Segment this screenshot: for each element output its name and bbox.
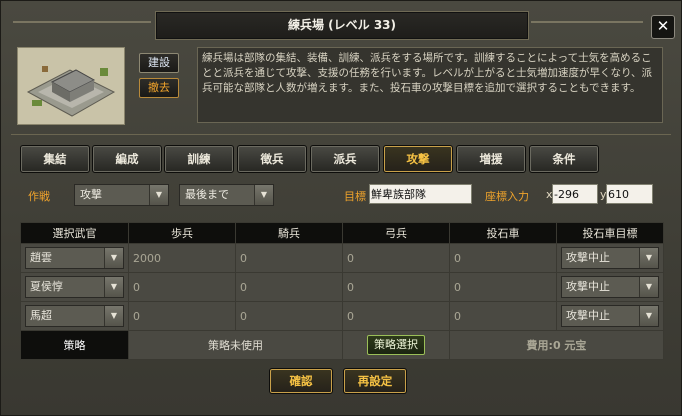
title-ornament-left [13,21,151,23]
chevron-down-icon: ▼ [104,277,123,297]
officer-cell: 趙雲 ▼ [20,243,129,273]
cost-display: 費用:0 元宝 [449,330,664,360]
header-catapult: 投石車 [449,222,557,244]
catapult-target-cell: 攻撃中止 ▼ [556,272,664,302]
table-header-row: 選択武官 歩兵 騎兵 弓兵 投石車 投石車目標 [20,222,664,244]
chevron-down-icon: ▼ [149,185,168,205]
officer-cell: 夏侯惇 ▼ [20,272,129,302]
catapult-target-value: 攻撃中止 [566,251,610,264]
officer-name: 趙雲 [30,251,52,264]
catapult-target-select[interactable]: 攻撃中止 ▼ [561,276,659,298]
officer-name: 夏侯惇 [30,280,63,293]
catapult-cell[interactable]: 0 [449,301,557,331]
tab-formation[interactable]: 編成 [92,145,162,173]
barracks-window: 練兵場 (レベル 33) ✕ 建設 撤去 練兵場は部隊の集結、装備、訓練、派兵を… [0,0,682,416]
archer-cell[interactable]: 0 [342,272,450,302]
catapult-target-cell: 攻撃中止 ▼ [556,243,664,273]
duration-select-value: 最後まで [185,188,229,201]
infantry-cell[interactable]: 0 [128,272,236,302]
tab-attack[interactable]: 攻撃 [383,145,453,173]
duration-select[interactable]: 最後まで ▼ [179,184,274,206]
strategy-button-cell: 策略選択 [342,330,450,360]
strategy-row: 策略 策略未使用 策略選択 費用:0 元宝 [20,330,664,360]
barracks-building-icon [17,47,125,125]
cavalry-cell[interactable]: 0 [235,243,343,273]
strategy-status: 策略未使用 [128,330,343,360]
chevron-down-icon: ▼ [639,248,658,268]
catapult-target-value: 攻撃中止 [566,309,610,322]
troop-table: 選択武官 歩兵 騎兵 弓兵 投石車 投石車目標 趙雲 ▼ 2000 0 0 0 [20,222,664,360]
officer-select[interactable]: 馬超 ▼ [25,305,124,327]
tab-assemble[interactable]: 集結 [20,145,90,173]
y-coordinate-input[interactable]: 610 [606,184,653,204]
table-row: 趙雲 ▼ 2000 0 0 0 攻撃中止 ▼ [20,243,664,273]
header-infantry: 歩兵 [128,222,236,244]
table-row: 馬超 ▼ 0 0 0 0 攻撃中止 ▼ [20,301,664,331]
header-archer: 弓兵 [342,222,450,244]
cavalry-cell[interactable]: 0 [235,301,343,331]
catapult-cell[interactable]: 0 [449,272,557,302]
close-button[interactable]: ✕ [651,15,675,39]
cavalry-cell[interactable]: 0 [235,272,343,302]
catapult-target-select[interactable]: 攻撃中止 ▼ [561,247,659,269]
strategy-label: 作戦 [28,190,50,203]
build-button[interactable]: 建設 [139,53,179,73]
chevron-down-icon: ▼ [104,306,123,326]
archer-cell[interactable]: 0 [342,301,450,331]
chevron-down-icon: ▼ [254,185,273,205]
officer-cell: 馬超 ▼ [20,301,129,331]
title-ornament-right [531,21,643,23]
chevron-down-icon: ▼ [639,277,658,297]
catapult-target-cell: 攻撃中止 ▼ [556,301,664,331]
tab-conditions[interactable]: 条件 [529,145,599,173]
table-row: 夏侯惇 ▼ 0 0 0 0 攻撃中止 ▼ [20,272,664,302]
coord-label: 座標入力 [485,190,529,203]
target-input[interactable]: 鮮卑族部隊 [369,184,472,204]
tab-conscript[interactable]: 徴兵 [237,145,307,173]
catapult-target-value: 攻撃中止 [566,280,610,293]
tab-reinforce[interactable]: 増援 [456,145,526,173]
strategy-row-label: 策略 [20,330,129,360]
target-label: 目標 [344,190,366,203]
divider [11,134,671,135]
reset-button[interactable]: 再設定 [343,368,407,394]
tab-training[interactable]: 訓練 [164,145,234,173]
remove-button[interactable]: 撤去 [139,78,179,98]
infantry-cell[interactable]: 0 [128,301,236,331]
header-cavalry: 騎兵 [235,222,343,244]
tab-dispatch[interactable]: 派兵 [310,145,380,173]
header-catapult-target: 投石車目標 [556,222,664,244]
chevron-down-icon: ▼ [104,248,123,268]
window-title: 練兵場 (レベル 33) [155,11,529,40]
strategy-select-button[interactable]: 策略選択 [367,335,425,355]
archer-cell[interactable]: 0 [342,243,450,273]
strategy-select[interactable]: 攻撃 ▼ [74,184,169,206]
header-officer: 選択武官 [20,222,129,244]
building-description: 練兵場は部隊の集結、装備、訓練、派兵をする場所です。訓練することによって士気を高… [197,47,663,123]
catapult-cell[interactable]: 0 [449,243,557,273]
x-coordinate-input[interactable]: -296 [552,184,598,204]
infantry-cell[interactable]: 2000 [128,243,236,273]
officer-select[interactable]: 夏侯惇 ▼ [25,276,124,298]
chevron-down-icon: ▼ [639,306,658,326]
close-icon: ✕ [656,17,670,35]
catapult-target-select[interactable]: 攻撃中止 ▼ [561,305,659,327]
officer-select[interactable]: 趙雲 ▼ [25,247,124,269]
officer-name: 馬超 [30,309,52,322]
confirm-button[interactable]: 確認 [269,368,333,394]
strategy-select-value: 攻撃 [80,188,102,201]
